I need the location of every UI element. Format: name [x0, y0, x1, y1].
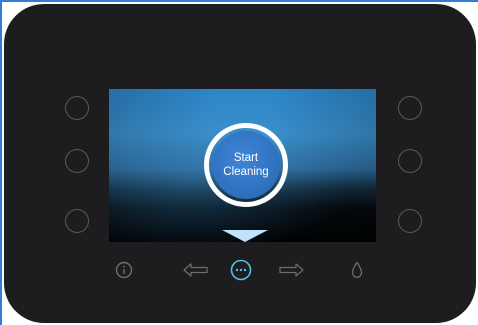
start-cleaning-label-line2: Cleaning [223, 166, 269, 178]
start-cleaning-button-face: Start Cleaning [212, 131, 280, 199]
start-cleaning-label-line1: Start [233, 152, 259, 164]
appliance-control-panel: Start Cleaning [4, 4, 476, 323]
right-side-button-bottom[interactable] [398, 209, 422, 233]
left-side-button-middle[interactable] [65, 149, 89, 173]
right-side-button-middle[interactable] [398, 149, 422, 173]
right-side-button-top[interactable] [398, 96, 422, 120]
info-icon[interactable] [114, 260, 134, 280]
more-options-icon[interactable] [230, 259, 252, 281]
left-side-button-bottom[interactable] [65, 209, 89, 233]
scroll-down-arrow-icon[interactable] [222, 230, 268, 242]
arrow-right-icon[interactable] [277, 262, 305, 278]
arrow-left-icon[interactable] [182, 262, 210, 278]
start-cleaning-button[interactable]: Start Cleaning [204, 123, 288, 207]
left-side-button-top[interactable] [65, 96, 89, 120]
display-screen: Start Cleaning [109, 89, 376, 242]
water-drop-icon[interactable] [350, 260, 364, 280]
